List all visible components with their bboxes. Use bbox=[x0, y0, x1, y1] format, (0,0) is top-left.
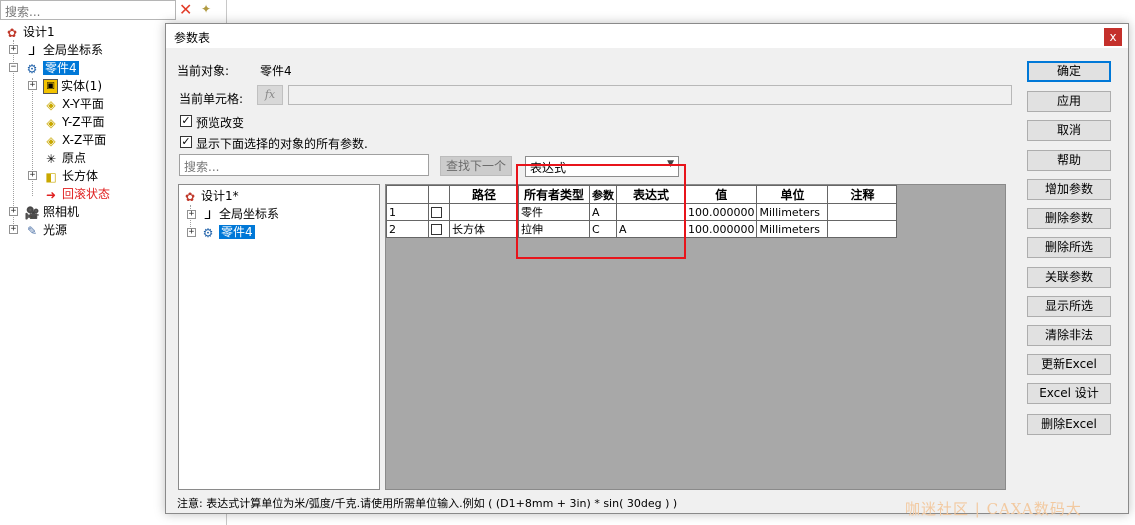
part-gear-icon: ⚙ bbox=[26, 61, 38, 76]
cell-path[interactable] bbox=[449, 203, 519, 221]
cell-note[interactable] bbox=[827, 203, 898, 221]
delete-parameter-button[interactable]: 删除参数 bbox=[1027, 208, 1111, 229]
row-number[interactable]: 2 bbox=[386, 220, 429, 238]
dialog-tree-item-global-coords[interactable]: ⅃ 全局坐标系 bbox=[200, 205, 279, 223]
design-icon: ✿ bbox=[6, 25, 18, 40]
object-tree: ✿ 设计1* + ⅃ 全局坐标系 + ⚙ 零件4 bbox=[178, 184, 380, 490]
update-excel-button[interactable]: 更新Excel bbox=[1027, 354, 1111, 375]
apply-button[interactable]: 应用 bbox=[1027, 91, 1111, 112]
light-icon: ✎ bbox=[26, 223, 38, 238]
find-next-button[interactable]: 查找下一个 bbox=[440, 156, 512, 176]
grid-header-unit[interactable]: 单位 bbox=[756, 185, 829, 204]
expand-icon[interactable]: + bbox=[187, 228, 196, 237]
cell-unit[interactable]: Millimeters bbox=[756, 203, 829, 221]
grid-header-value[interactable]: 值 bbox=[684, 185, 758, 204]
row-checkbox-cell[interactable] bbox=[428, 203, 450, 221]
tree-item-light[interactable]: ✎ 光源 bbox=[24, 221, 67, 239]
expand-icon[interactable]: + bbox=[9, 207, 18, 216]
plane-icon: ◈ bbox=[46, 133, 56, 148]
param-search-input[interactable]: 搜索... bbox=[179, 154, 429, 176]
cell-value[interactable]: 100.000000 bbox=[684, 203, 758, 221]
close-button[interactable]: x bbox=[1104, 28, 1122, 46]
dialog-title: 参数表 bbox=[174, 31, 211, 45]
arrow-right-icon: ➜ bbox=[45, 187, 57, 202]
excel-design-button[interactable]: Excel 设计 bbox=[1027, 383, 1111, 404]
dialog-titlebar[interactable]: 参数表 x bbox=[166, 24, 1128, 48]
part-gear-icon: ⚙ bbox=[202, 225, 214, 240]
cell-note[interactable] bbox=[827, 220, 898, 238]
help-button[interactable]: 帮助 bbox=[1027, 150, 1111, 171]
cell-path[interactable]: 长方体 bbox=[449, 220, 519, 238]
tree-item-box[interactable]: ◧ 长方体 bbox=[43, 167, 98, 185]
tree-item-design1[interactable]: ✿ 设计1 bbox=[4, 23, 55, 41]
dialog-tree-item-part4[interactable]: ⚙ 零件4 bbox=[200, 223, 255, 241]
tree-search-input[interactable]: 搜索... bbox=[0, 0, 176, 20]
expand-icon[interactable]: + bbox=[187, 210, 196, 219]
cancel-button[interactable]: 取消 bbox=[1027, 120, 1111, 141]
fx-button[interactable]: fx bbox=[257, 85, 283, 105]
grid-header-path[interactable]: 路径 bbox=[449, 185, 519, 204]
solid-icon: ▣ bbox=[43, 79, 58, 94]
row-checkbox[interactable] bbox=[431, 207, 442, 218]
filter-icon[interactable]: ✦ bbox=[201, 2, 211, 16]
grid-header-rownum[interactable] bbox=[386, 185, 429, 204]
design-icon: ✿ bbox=[184, 189, 196, 204]
cell-value[interactable]: 100.000000 bbox=[684, 220, 758, 238]
row-checkbox[interactable] bbox=[431, 224, 442, 235]
current-object-label: 当前对象: bbox=[177, 64, 230, 78]
show-selected-button[interactable]: 显示所选 bbox=[1027, 296, 1111, 317]
units-note: 注意: 表达式计算单位为米/弧度/千克.请使用所需单位输入.例如 ( (D1+8… bbox=[177, 497, 678, 510]
tree-item-yz-plane[interactable]: ◈ Y-Z平面 bbox=[43, 113, 104, 131]
current-cell-input[interactable] bbox=[288, 85, 1012, 105]
origin-icon: ✳ bbox=[45, 151, 57, 166]
parameter-grid: 路径 所有者类型 参数 表达式 值 单位 注释 1 零件 A 100.00000… bbox=[385, 184, 1006, 490]
ok-button[interactable]: 确定 bbox=[1027, 61, 1111, 82]
row-number[interactable]: 1 bbox=[386, 203, 429, 221]
expand-icon[interactable]: + bbox=[28, 81, 37, 90]
plane-icon: ◈ bbox=[46, 97, 56, 112]
preview-change-checkbox[interactable]: ✓ bbox=[180, 115, 192, 127]
row-checkbox-cell[interactable] bbox=[428, 220, 450, 238]
clear-invalid-button[interactable]: 清除非法 bbox=[1027, 325, 1111, 346]
delete-selected-button[interactable]: 删除所选 bbox=[1027, 237, 1111, 258]
preview-change-label: 预览改变 bbox=[196, 116, 245, 130]
expand-icon[interactable]: + bbox=[28, 171, 37, 180]
dialog-tree-item-design1[interactable]: ✿ 设计1* bbox=[182, 187, 239, 205]
parameter-table-dialog: 参数表 x 当前对象: 零件4 当前单元格: fx ✓ 预览改变 ✓ 显示下面选… bbox=[165, 23, 1129, 514]
tree-item-solid[interactable]: ▣ 实体(1) bbox=[43, 77, 102, 95]
add-parameter-button[interactable]: 增加参数 bbox=[1027, 179, 1111, 200]
axes-icon: ⅃ bbox=[204, 207, 212, 222]
cell-unit[interactable]: Millimeters bbox=[756, 220, 829, 238]
current-cell-label: 当前单元格: bbox=[179, 92, 244, 106]
show-all-params-checkbox[interactable]: ✓ bbox=[180, 136, 192, 148]
annotation-highlight-box bbox=[516, 164, 686, 259]
axes-icon: ⅃ bbox=[28, 43, 36, 58]
tree-item-origin[interactable]: ✳ 原点 bbox=[43, 149, 86, 167]
watermark: 咖迷社区 | CAXA数码大 bbox=[905, 500, 1082, 518]
clear-search-icon[interactable]: ✕ bbox=[179, 1, 192, 19]
tree-item-xy-plane[interactable]: ◈ X-Y平面 bbox=[43, 95, 104, 113]
grid-header-note[interactable]: 注释 bbox=[827, 185, 898, 204]
show-all-params-label: 显示下面选择的对象的所有参数. bbox=[196, 137, 368, 151]
current-object-value: 零件4 bbox=[260, 64, 292, 78]
tree-item-rollback[interactable]: ➜ 回滚状态 bbox=[43, 185, 110, 203]
expand-icon[interactable]: + bbox=[9, 45, 18, 54]
expand-icon[interactable]: + bbox=[9, 225, 18, 234]
tree-item-xz-plane[interactable]: ◈ X-Z平面 bbox=[43, 131, 106, 149]
tree-item-part4[interactable]: ⚙ 零件4 bbox=[24, 59, 79, 77]
collapse-icon[interactable]: − bbox=[9, 63, 18, 72]
tree-item-camera[interactable]: 🎥 照相机 bbox=[24, 203, 80, 221]
delete-excel-button[interactable]: 删除Excel bbox=[1027, 414, 1111, 435]
grid-header-check[interactable] bbox=[428, 185, 450, 204]
box-icon: ◧ bbox=[45, 169, 57, 184]
camera-icon: 🎥 bbox=[24, 205, 40, 220]
link-parameter-button[interactable]: 关联参数 bbox=[1027, 267, 1111, 288]
plane-icon: ◈ bbox=[46, 115, 56, 130]
tree-item-global-coords[interactable]: ⅃ 全局坐标系 bbox=[24, 41, 103, 59]
